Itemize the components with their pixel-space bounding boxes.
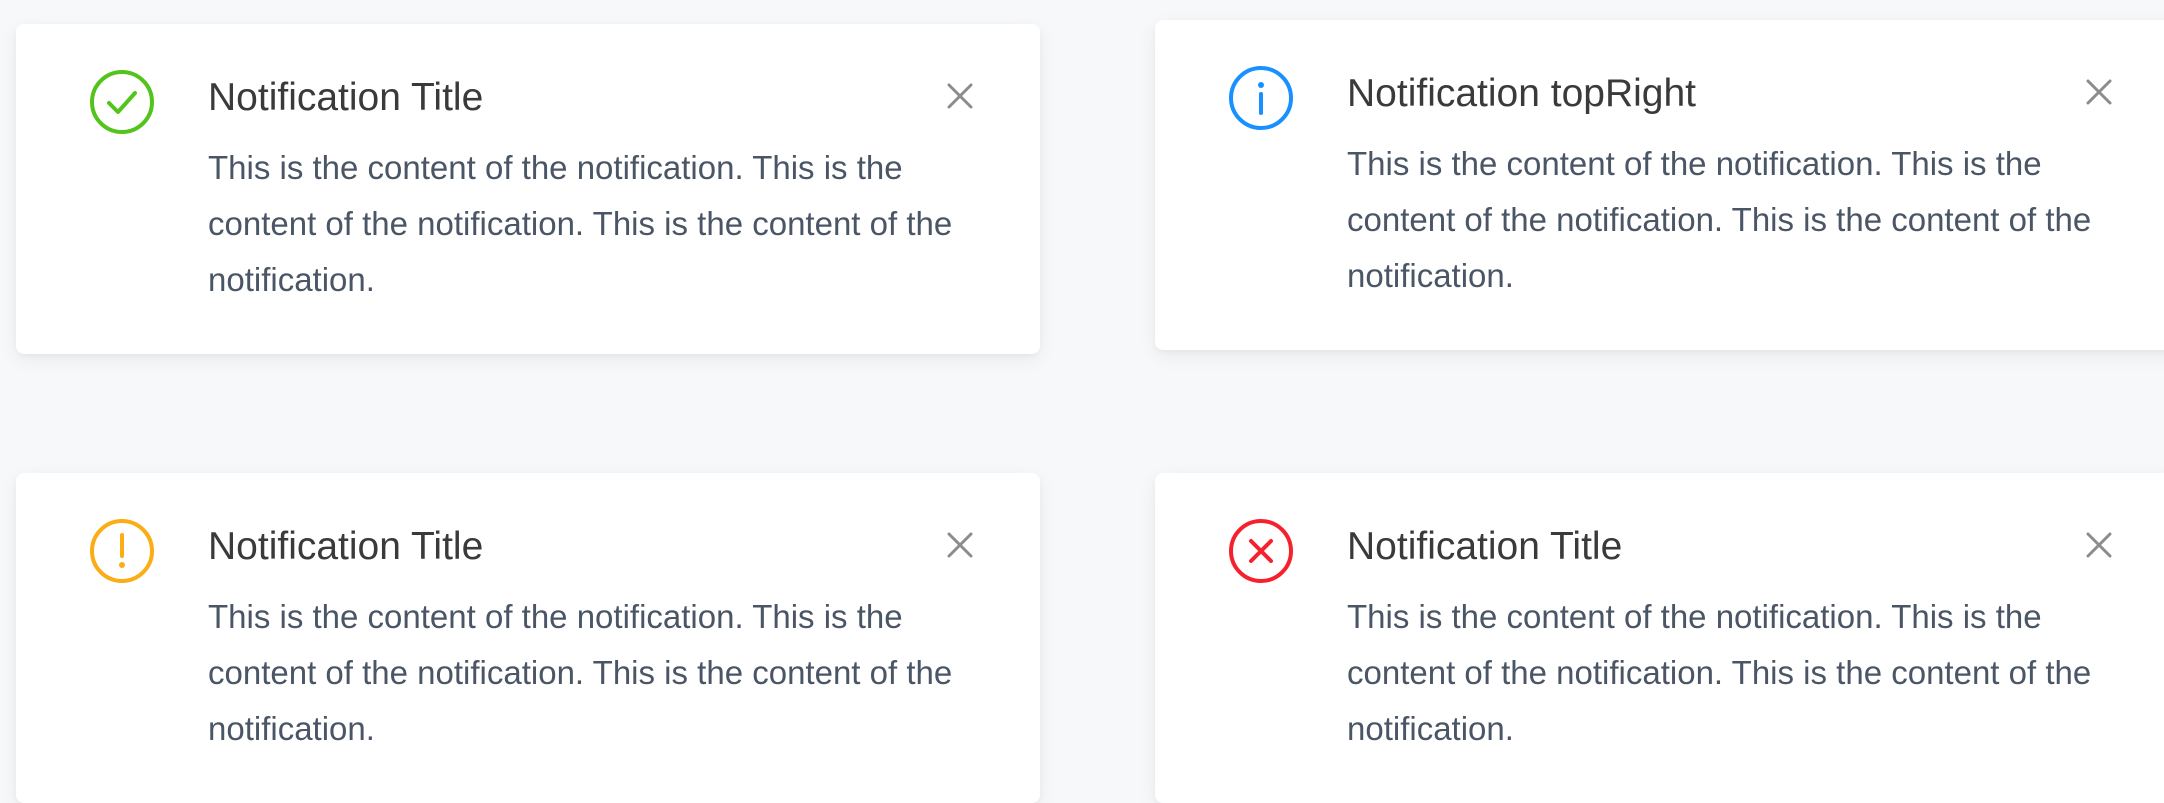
close-icon <box>2086 79 2112 105</box>
notification-title: Notification topRight <box>1347 72 1697 115</box>
close-button[interactable] <box>938 523 982 567</box>
notification-success: Notification Title This is the content o… <box>16 24 1040 354</box>
info-circle-icon <box>1227 64 1295 132</box>
close-circle-icon <box>1227 517 1295 585</box>
notification-title: Notification Title <box>1347 525 1623 568</box>
close-icon <box>2086 532 2112 558</box>
close-button[interactable] <box>938 74 982 118</box>
close-icon <box>947 532 973 558</box>
notification-title: Notification Title <box>208 76 484 119</box>
notification-content: This is the content of the notification.… <box>208 149 953 298</box>
close-button[interactable] <box>2077 70 2121 114</box>
notification-content: This is the content of the notification.… <box>1347 145 2092 294</box>
notification-content: This is the content of the notification.… <box>1347 598 2092 747</box>
notification-warning: Notification Title This is the content o… <box>16 473 1040 803</box>
exclamation-circle-icon <box>88 517 156 585</box>
check-circle-icon <box>88 68 156 136</box>
notification-error: Notification Title This is the content o… <box>1155 473 2164 803</box>
close-button[interactable] <box>2077 523 2121 567</box>
notification-title: Notification Title <box>208 525 484 568</box>
notification-info: Notification topRight This is the conten… <box>1155 20 2164 350</box>
notification-content: This is the content of the notification.… <box>208 598 953 747</box>
close-icon <box>947 83 973 109</box>
